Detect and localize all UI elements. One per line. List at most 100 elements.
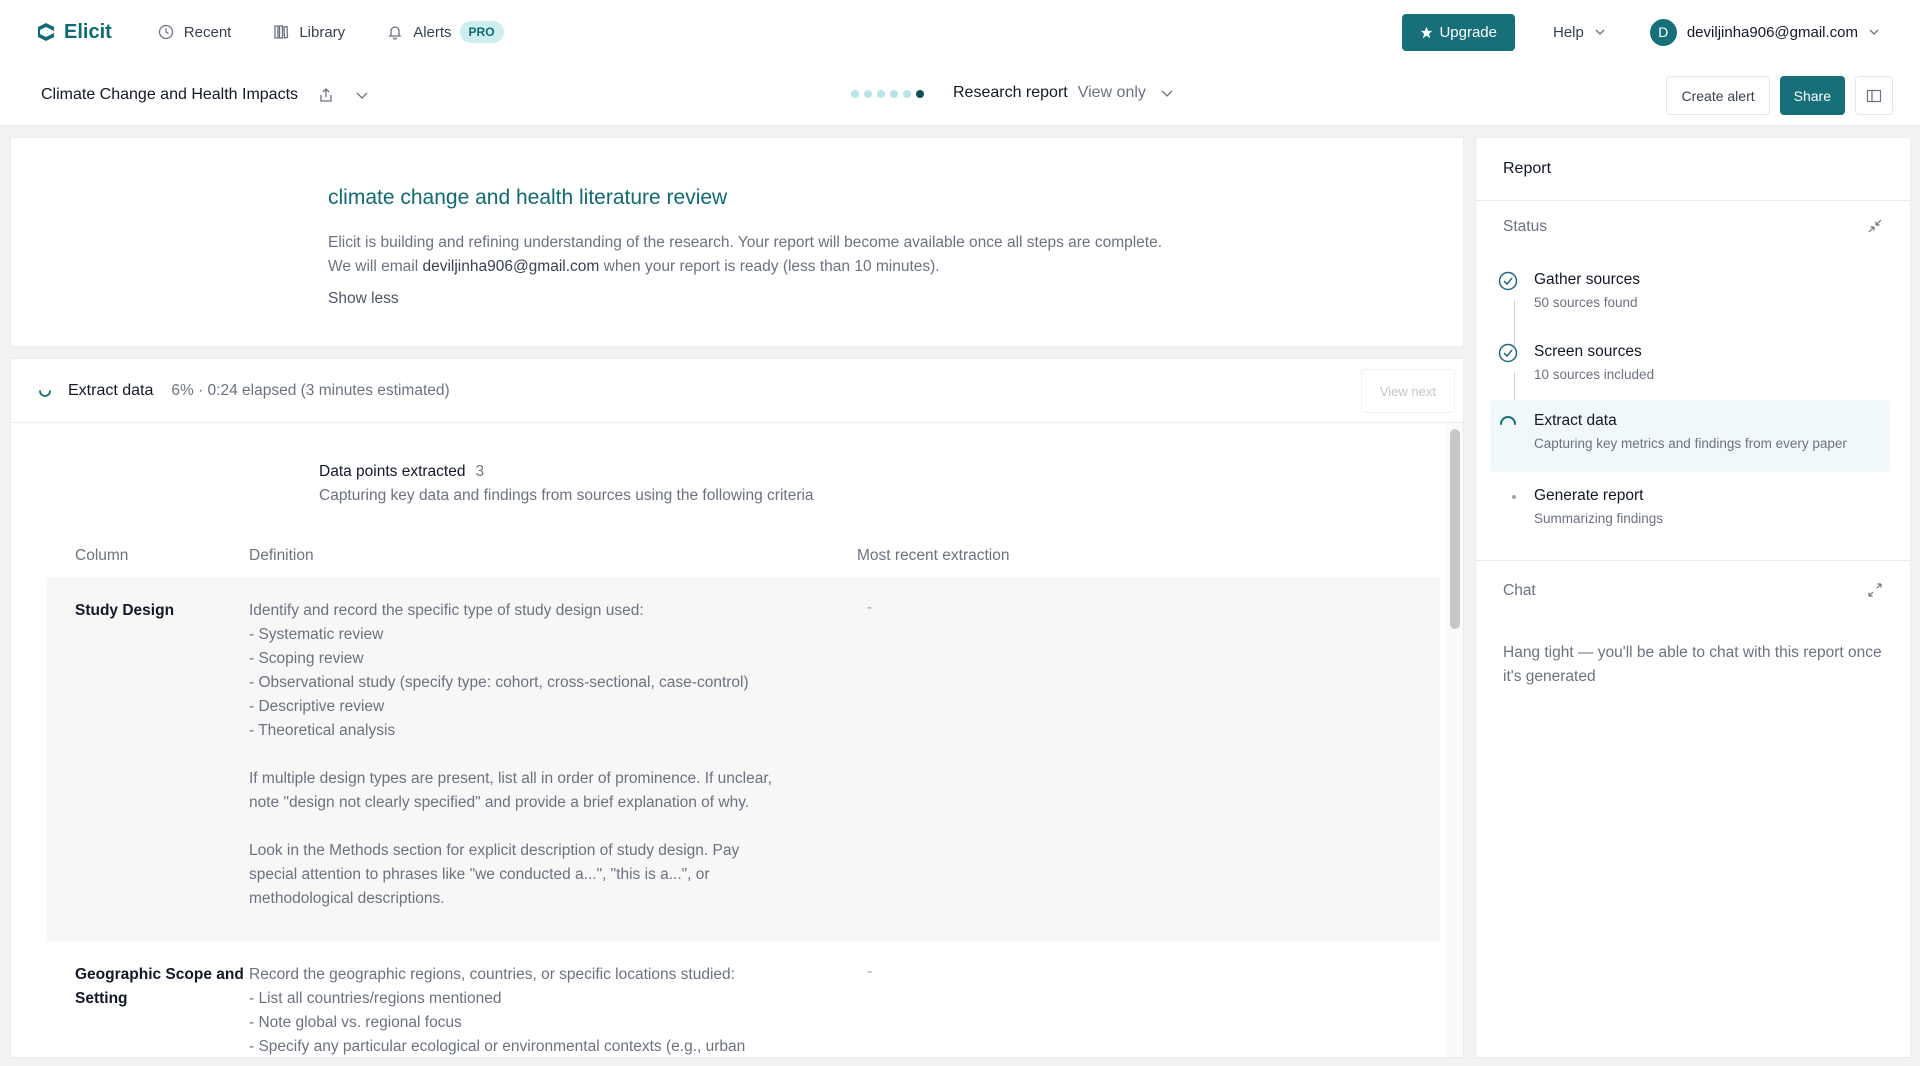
sidebar-title: Report: [1476, 138, 1910, 201]
data-points-label: Data points extracted: [319, 463, 466, 480]
row-column-name: Geographic Scope and Setting: [75, 966, 244, 1007]
user-menu[interactable]: D deviljinha906@gmail.com: [1649, 18, 1880, 46]
top-navigation: Elicit Recent Library Alerts PRO Upgrade…: [0, 0, 1920, 64]
help-menu[interactable]: Help: [1553, 24, 1606, 41]
step-subtitle: Capturing key metrics and findings from …: [1534, 436, 1847, 451]
step-gather-sources: Gather sources 50 sources found: [1490, 266, 1890, 336]
show-less-link[interactable]: Show less: [328, 290, 399, 308]
create-alert-button[interactable]: Create alert: [1666, 76, 1770, 115]
sidebar-panel-icon: [1866, 89, 1882, 102]
progress-dots: [851, 90, 924, 98]
loading-spinner-icon: [1500, 416, 1516, 425]
elicit-logo-icon: [38, 23, 54, 41]
definition-line: special attention to phrases like "we co…: [249, 866, 710, 883]
definition-line: - Scoping review: [249, 650, 364, 667]
row-column-name: Study Design: [75, 602, 175, 619]
definition-line: Record the geographic regions, countries…: [249, 966, 735, 983]
step-subtitle: 10 sources included: [1534, 367, 1655, 382]
status-text-after: when your report is ready (less than 10 …: [599, 258, 940, 275]
chat-placeholder-text: Hang tight — you'll be able to chat with…: [1503, 644, 1882, 685]
pro-badge: PRO: [459, 21, 504, 43]
nav-library[interactable]: Library: [273, 24, 345, 41]
extract-data-card: Extract data 6% · 0:24 elapsed (3 minute…: [10, 358, 1464, 1058]
progress-dot: [916, 90, 924, 98]
definition-line: Look in the Methods section for explicit…: [249, 842, 740, 859]
progress-dot: [877, 90, 885, 98]
upgrade-button[interactable]: Upgrade: [1402, 13, 1515, 51]
step-generate-report: Generate report Summarizing findings: [1490, 482, 1890, 552]
nav-recent-label: Recent: [183, 23, 232, 41]
step-title: Generate report: [1534, 487, 1644, 504]
data-points-count: 3: [475, 463, 485, 480]
toolbar-actions: Create alert Share: [1666, 76, 1893, 115]
report-status-text: Elicit is building and refining understa…: [328, 231, 1168, 279]
definition-line: - Observational study (specify type: coh…: [249, 674, 749, 691]
nav-recent[interactable]: Recent: [158, 23, 232, 41]
progress-dot: [864, 90, 872, 98]
step-subtitle: Summarizing findings: [1534, 511, 1664, 526]
definition-line: - Specify any particular ecological or e…: [249, 1038, 746, 1055]
topbar-right: Upgrade Help D deviljinha906@gmail.com: [1402, 13, 1884, 51]
nav-library-label: Library: [299, 23, 346, 41]
definition-line: - Theoretical analysis: [249, 722, 396, 739]
scrollbar-thumb[interactable]: [1450, 429, 1460, 629]
report-title: climate change and health literature rev…: [328, 186, 728, 209]
status-email: deviljinha906@gmail.com: [422, 258, 600, 275]
data-points-description: Capturing key data and findings from sou…: [319, 487, 814, 504]
check-circle-icon: [1498, 343, 1518, 363]
access-label: View only: [1077, 84, 1146, 101]
definition-line: [249, 815, 839, 839]
definition-line: - List all countries/regions mentioned: [249, 990, 502, 1007]
report-intro-card: climate change and health literature rev…: [10, 137, 1464, 347]
extract-header: Extract data 6% · 0:24 elapsed (3 minute…: [11, 359, 1463, 423]
data-points-heading: Data points extracted 3: [319, 463, 484, 481]
extract-label: Extract data: [68, 381, 154, 399]
report-sidebar: Report Status Gather sources 50 sources …: [1475, 137, 1911, 1058]
column-header-column: Column: [75, 547, 129, 564]
definition-line: [249, 743, 839, 767]
step-extract-data: Extract data Capturing key metrics and f…: [1490, 400, 1890, 472]
table-row: Geographic Scope and Setting Record the …: [47, 941, 1440, 1057]
column-header-definition: Definition: [249, 547, 314, 564]
definition-line: note "design not clearly specified" and …: [249, 794, 750, 811]
upgrade-label: Upgrade: [1439, 23, 1497, 41]
avatar: D: [1649, 18, 1677, 46]
toggle-sidebar-button[interactable]: [1855, 76, 1893, 115]
nav-alerts[interactable]: Alerts PRO: [387, 21, 504, 43]
view-next-button[interactable]: View next: [1360, 369, 1455, 413]
step-screen-sources: Screen sources 10 sources included: [1490, 338, 1890, 408]
row-recent-extraction: -: [867, 599, 873, 616]
star-icon: [1421, 26, 1433, 38]
definition-line: methodological descriptions.: [249, 890, 445, 907]
share-export-icon[interactable]: [318, 87, 334, 103]
report-type-label: Research report: [953, 84, 1068, 101]
project-toolbar: Climate Change and Health Impacts Resear…: [0, 64, 1920, 126]
definition-line: - Systematic review: [249, 626, 384, 643]
progress-dot: [890, 90, 898, 98]
row-definition: Identify and record the specific type of…: [249, 599, 839, 911]
row-definition: Record the geographic regions, countries…: [249, 963, 839, 1057]
report-type: Research report View only: [953, 84, 1174, 102]
share-button[interactable]: Share: [1779, 76, 1845, 115]
progress-dot: [903, 90, 911, 98]
definition-line: - Note global vs. regional focus: [249, 1014, 462, 1031]
collapse-icon[interactable]: [1868, 219, 1882, 233]
library-icon: [274, 25, 289, 39]
step-title: Gather sources: [1534, 271, 1640, 288]
loading-spinner-icon: [39, 389, 51, 397]
row-recent-extraction: -: [867, 963, 873, 980]
bell-icon: [388, 26, 402, 40]
expand-icon[interactable]: [1868, 583, 1882, 597]
status-section-label: Status: [1503, 218, 1547, 235]
chevron-down-icon[interactable]: [354, 87, 370, 103]
step-subtitle: 50 sources found: [1534, 295, 1638, 310]
check-circle-icon: [1498, 271, 1518, 291]
chevron-down-icon: [1869, 29, 1879, 35]
step-title: Extract data: [1534, 412, 1617, 429]
definition-line: Identify and record the specific type of…: [249, 602, 644, 619]
elicit-logo[interactable]: Elicit: [36, 21, 112, 44]
access-dropdown[interactable]: View only: [1078, 84, 1174, 102]
progress-dot: [851, 90, 859, 98]
table-row: Study Design Identify and record the spe…: [47, 577, 1440, 941]
divider: [1476, 560, 1910, 561]
